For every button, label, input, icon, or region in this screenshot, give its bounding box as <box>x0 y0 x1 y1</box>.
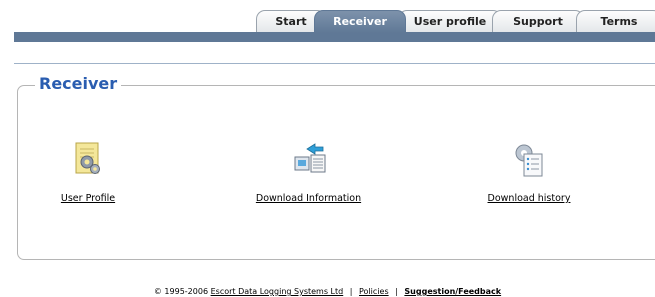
download-history-link[interactable]: Download history <box>488 193 571 204</box>
tab-user-profile[interactable]: User profile <box>398 10 502 32</box>
user-profile-item[interactable]: User Profile <box>48 140 128 205</box>
suggestion-feedback-link[interactable]: Suggestion/Feedback <box>404 287 501 296</box>
tab-support[interactable]: Support <box>492 10 584 32</box>
footer: © 1995-2006 Escort Data Logging Systems … <box>0 287 655 297</box>
footer-separator: | <box>349 287 353 296</box>
tab-terms[interactable]: Terms <box>576 10 655 32</box>
top-tab-bar: Start User profile Support Terms Receive… <box>0 0 655 44</box>
download-information-item[interactable]: Download Information <box>246 140 371 205</box>
download-information-icon <box>294 143 325 173</box>
download-information-link[interactable]: Download Information <box>256 193 361 204</box>
company-link[interactable]: Escort Data Logging Systems Ltd <box>211 287 344 296</box>
user-profile-link[interactable]: User Profile <box>61 193 115 204</box>
header-divider <box>14 63 655 64</box>
copyright-text: © 1995-2006 <box>153 287 209 296</box>
footer-separator: | <box>395 287 398 296</box>
tab-receiver[interactable]: Receiver <box>314 10 406 33</box>
tab-strip-bar <box>14 32 655 42</box>
policies-link[interactable]: Policies <box>359 287 389 296</box>
user-profile-gear-icon <box>75 142 100 174</box>
download-history-item[interactable]: Download history <box>479 140 579 205</box>
panel-title: Receiver <box>35 74 122 93</box>
download-history-icon <box>515 144 543 177</box>
